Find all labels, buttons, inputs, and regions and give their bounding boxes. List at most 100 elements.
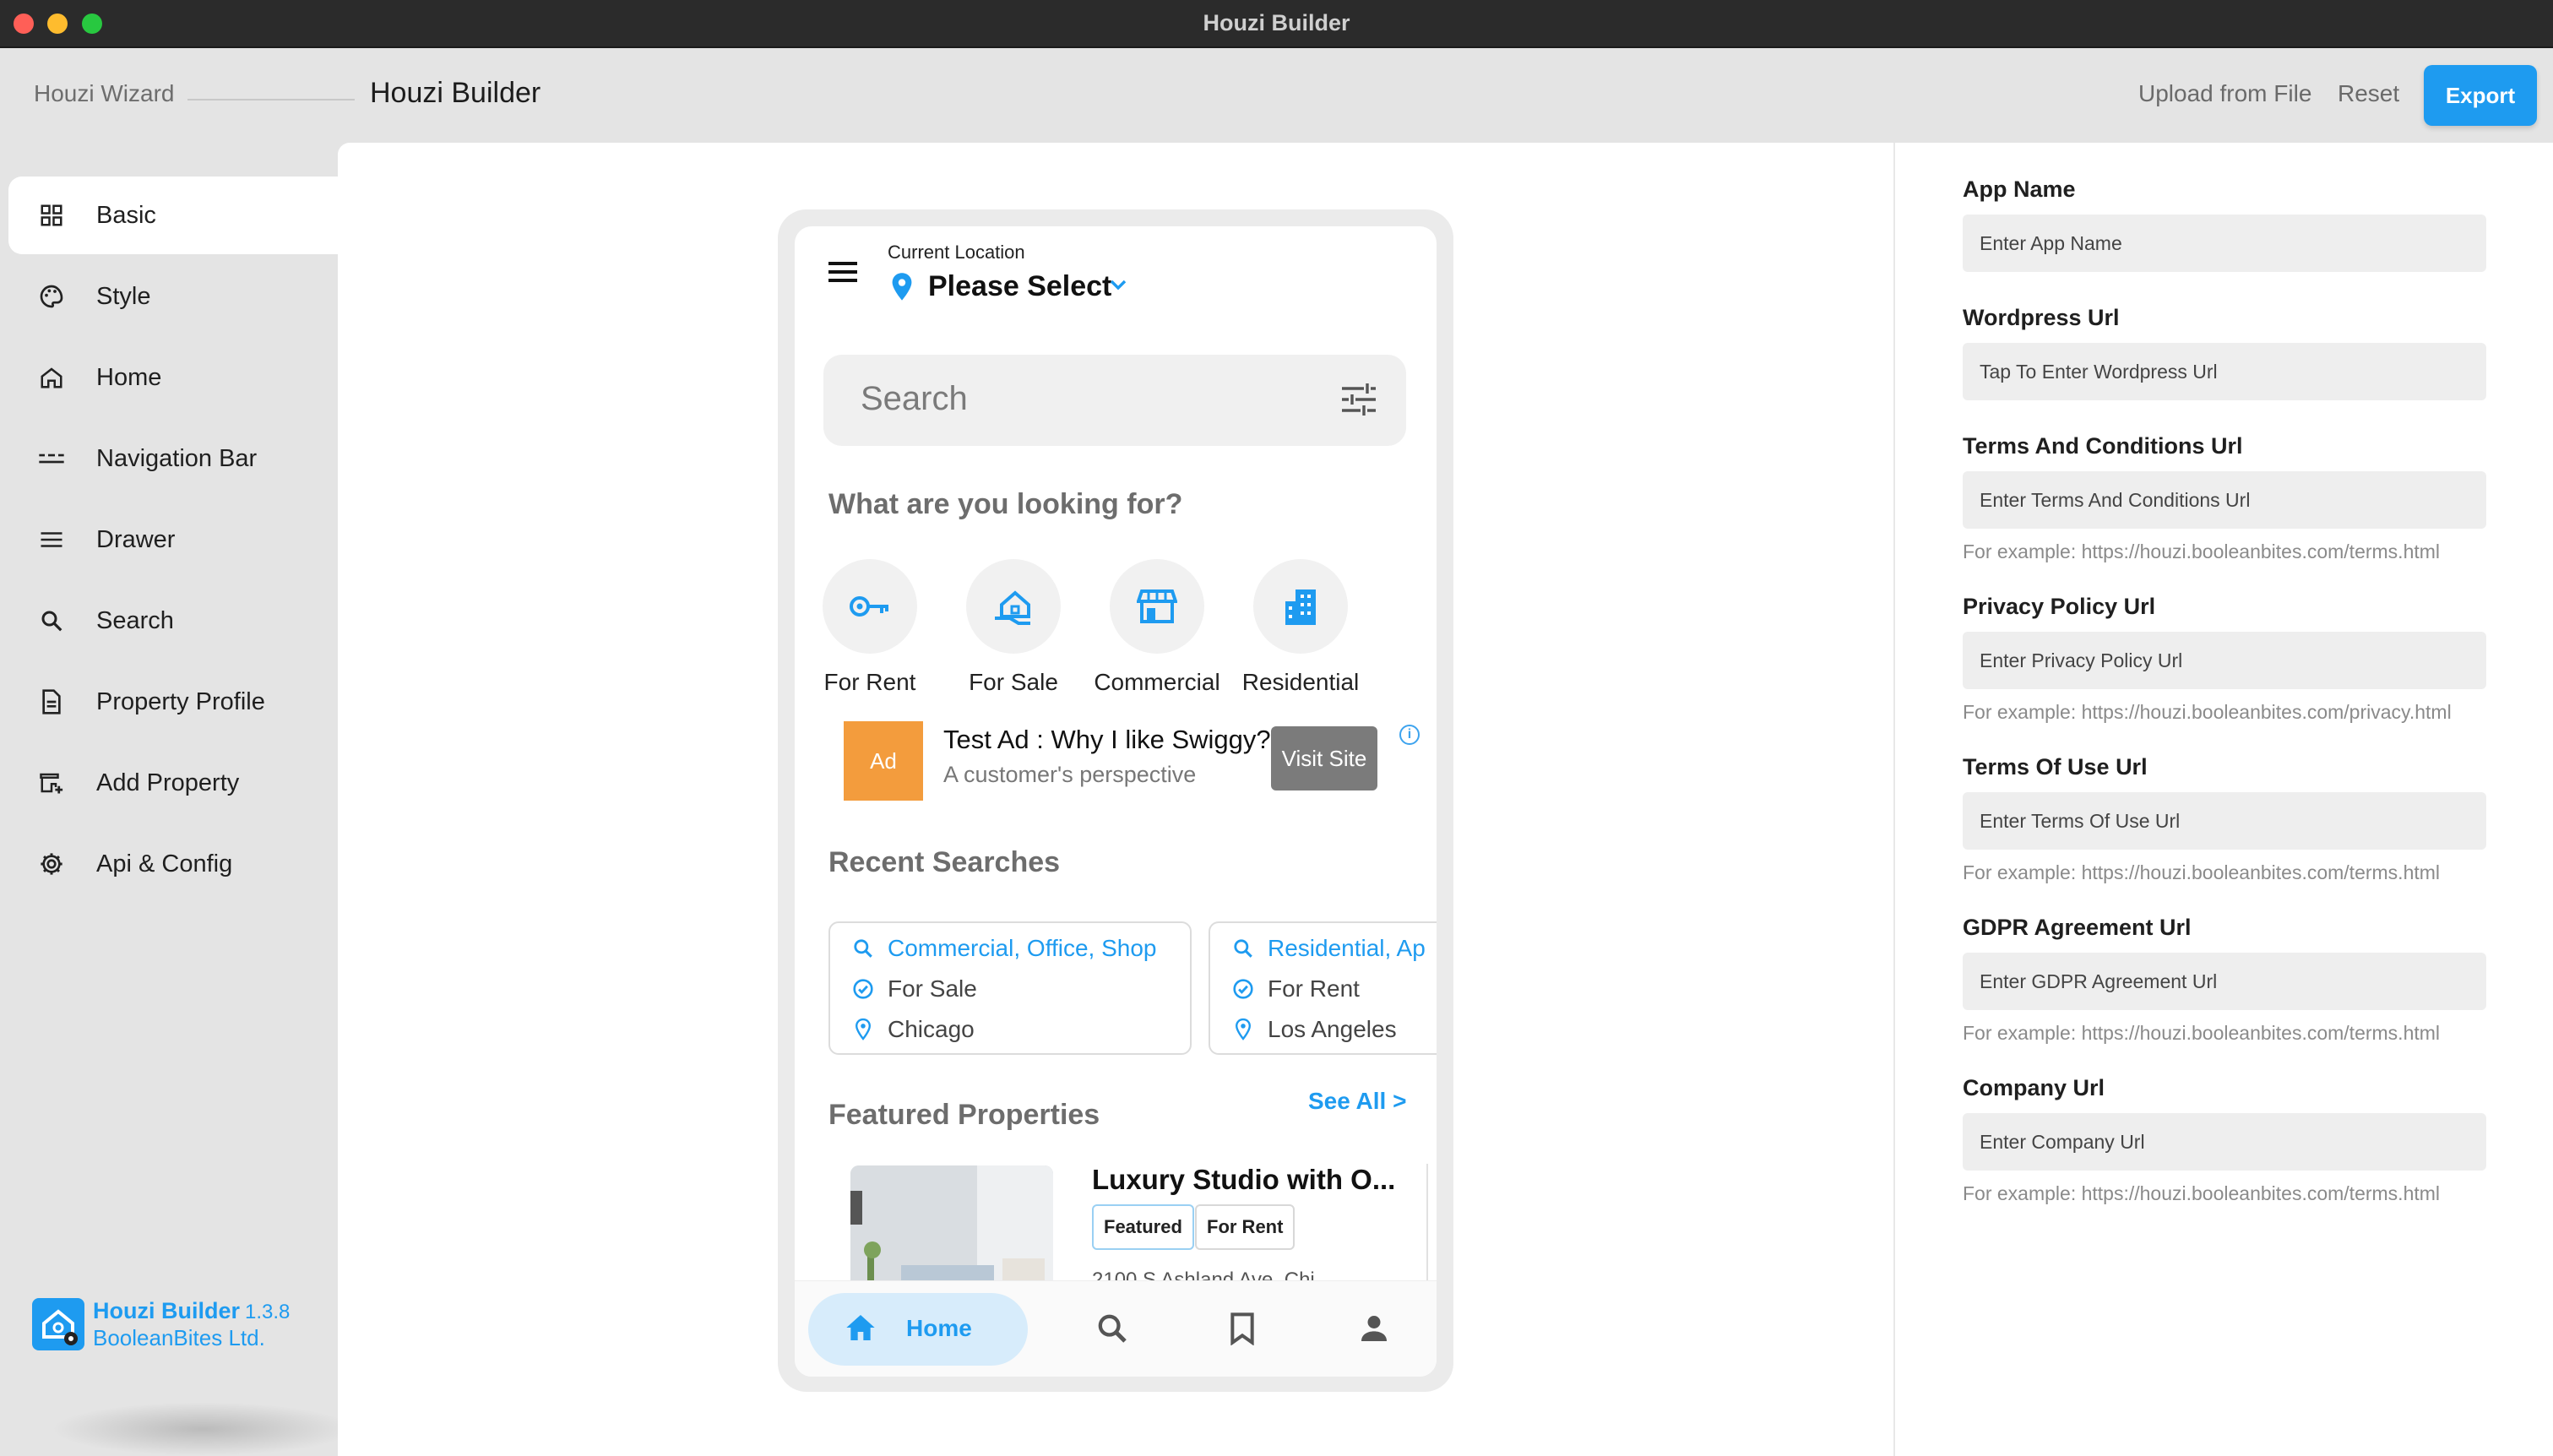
sidebar-item-label: Api & Config bbox=[96, 850, 233, 877]
wordpress-url-field-group: Wordpress Url bbox=[1963, 305, 2486, 400]
app-header: Houzi Wizard Houzi Builder Upload from F… bbox=[0, 48, 2553, 143]
sidebar-item-drawer[interactable]: Drawer bbox=[8, 501, 338, 579]
category-residential[interactable]: Residential bbox=[1237, 559, 1364, 696]
visit-site-button[interactable]: Visit Site bbox=[1271, 726, 1377, 790]
ad-subtitle: A customer's perspective bbox=[943, 762, 1197, 787]
featured-property-card[interactable]: Luxury Studio with O... Featured For Ren… bbox=[834, 1155, 1395, 1292]
key-icon bbox=[823, 559, 917, 654]
privacy-policy-label: Privacy Policy Url bbox=[1963, 594, 2156, 619]
featured-property-card-next[interactable] bbox=[1426, 1164, 1437, 1299]
nav-home-tab[interactable]: Home bbox=[808, 1293, 1028, 1366]
sidebar-item-label: Property Profile bbox=[96, 687, 265, 715]
category-for-rent[interactable]: For Rent bbox=[807, 559, 933, 696]
terms-conditions-example: For example: https://houzi.booleanbites.… bbox=[1963, 541, 2441, 562]
reset-button[interactable]: Reset bbox=[2338, 80, 2399, 107]
featured-tag: Featured bbox=[1092, 1204, 1194, 1250]
drawer-icon bbox=[35, 524, 68, 556]
chevron-down-icon[interactable] bbox=[1109, 279, 1127, 295]
location-pin-icon bbox=[1230, 1017, 1256, 1042]
breadcrumb-divider bbox=[187, 99, 355, 101]
privacy-policy-input[interactable] bbox=[1963, 632, 2486, 689]
brand-company: BooleanBites Ltd. bbox=[93, 1325, 265, 1350]
terms-conditions-input[interactable] bbox=[1963, 471, 2486, 529]
terms-conditions-label: Terms And Conditions Url bbox=[1963, 433, 2243, 459]
check-circle-icon bbox=[1230, 976, 1256, 1002]
window-title: Houzi Builder bbox=[1203, 10, 1350, 35]
category-label: For Rent bbox=[823, 669, 916, 695]
sidebar-item-style[interactable]: Style bbox=[8, 258, 338, 335]
category-label: For Sale bbox=[969, 669, 1058, 695]
category-for-sale[interactable]: For Sale bbox=[950, 559, 1077, 696]
phone-bottom-nav: Home bbox=[795, 1280, 1437, 1377]
sidebar-item-label: Style bbox=[96, 282, 151, 310]
see-all-link[interactable]: See All > bbox=[1308, 1088, 1406, 1115]
decorative-shadow bbox=[51, 1402, 355, 1456]
document-icon bbox=[35, 686, 68, 718]
location-select[interactable]: Please Select bbox=[928, 270, 1111, 303]
sidebar-item-label: Drawer bbox=[96, 525, 176, 553]
window-titlebar: Houzi Builder bbox=[0, 0, 2553, 48]
search-placeholder: Search bbox=[861, 380, 968, 417]
search-icon bbox=[850, 936, 876, 961]
info-icon[interactable]: i bbox=[1399, 725, 1420, 745]
wordpress-url-label: Wordpress Url bbox=[1963, 305, 2120, 330]
gdpr-agreement-label: GDPR Agreement Url bbox=[1963, 915, 2192, 940]
recent-search-city: Chicago bbox=[850, 1016, 975, 1043]
recent-search-card[interactable]: Residential, Ap For Rent Los Angeles bbox=[1209, 921, 1437, 1055]
export-button[interactable]: Export bbox=[2424, 65, 2537, 126]
for-rent-tag: For Rent bbox=[1195, 1204, 1296, 1250]
bookmark-icon[interactable] bbox=[1227, 1312, 1257, 1350]
brand-version: 1.3.8 bbox=[245, 1301, 291, 1323]
terms-of-use-input[interactable] bbox=[1963, 792, 2486, 850]
profile-icon[interactable] bbox=[1357, 1312, 1391, 1350]
recent-search-status: For Rent bbox=[1230, 975, 1360, 1002]
home-icon bbox=[35, 361, 68, 394]
privacy-policy-field-group: Privacy Policy Url For example: https://… bbox=[1963, 594, 2486, 724]
breadcrumb-wizard[interactable]: Houzi Wizard bbox=[34, 80, 174, 107]
search-icon bbox=[35, 605, 68, 637]
sidebar-item-search[interactable]: Search bbox=[8, 582, 338, 660]
grid-icon bbox=[35, 199, 68, 231]
sidebar-item-basic[interactable]: Basic bbox=[8, 177, 338, 254]
wordpress-url-input[interactable] bbox=[1963, 343, 2486, 400]
palette-icon bbox=[35, 280, 68, 312]
sidebar-item-label: Add Property bbox=[96, 769, 240, 796]
hamburger-menu-icon[interactable] bbox=[827, 258, 859, 285]
brand-name: Houzi Builder 1.3.8 bbox=[93, 1298, 291, 1323]
sidebar-item-property-profile[interactable]: Property Profile bbox=[8, 663, 338, 741]
terms-of-use-label: Terms Of Use Url bbox=[1963, 754, 2148, 780]
app-name-input[interactable] bbox=[1963, 215, 2486, 272]
recent-search-card[interactable]: Commercial, Office, Shop For Sale Chicag… bbox=[828, 921, 1192, 1055]
sidebar: Basic Style Home Navigation Bar Drawer S… bbox=[0, 143, 338, 1456]
category-commercial[interactable]: Commercial bbox=[1094, 559, 1220, 696]
ad-title: Test Ad : Why I like Swiggy? bbox=[943, 725, 1271, 754]
add-property-icon bbox=[35, 767, 68, 799]
navigation-bar-icon bbox=[35, 443, 68, 475]
sidebar-item-home[interactable]: Home bbox=[8, 339, 338, 416]
category-label: Residential bbox=[1241, 669, 1360, 695]
ad-badge: Ad bbox=[844, 721, 923, 801]
ad-banner[interactable]: Ad Test Ad : Why I like Swiggy? A custom… bbox=[844, 718, 1423, 802]
brand-footer: Houzi Builder 1.3.8 BooleanBites Ltd. bbox=[32, 1298, 319, 1352]
gdpr-agreement-input[interactable] bbox=[1963, 953, 2486, 1010]
filter-icon[interactable] bbox=[1340, 382, 1377, 421]
phone-search-bar[interactable]: Search bbox=[823, 355, 1406, 446]
gdpr-agreement-field-group: GDPR Agreement Url For example: https://… bbox=[1963, 915, 2486, 1045]
sidebar-item-navigation-bar[interactable]: Navigation Bar bbox=[8, 420, 338, 497]
store-icon bbox=[1110, 559, 1204, 654]
houzi-logo bbox=[32, 1298, 84, 1350]
for-sale-house-icon bbox=[966, 559, 1061, 654]
company-url-example: For example: https://houzi.booleanbites.… bbox=[1963, 1182, 2441, 1204]
recent-search-type: Commercial, Office, Shop bbox=[850, 935, 1157, 962]
recent-search-city: Los Angeles bbox=[1230, 1016, 1397, 1043]
company-url-input[interactable] bbox=[1963, 1113, 2486, 1171]
sidebar-item-api-config[interactable]: Api & Config bbox=[8, 825, 338, 903]
gear-icon bbox=[35, 848, 68, 880]
home-icon bbox=[844, 1312, 877, 1348]
search-icon[interactable] bbox=[1095, 1312, 1129, 1350]
recent-search-status: For Sale bbox=[850, 975, 977, 1002]
phone-screen: Current Location Please Select Search Wh… bbox=[795, 226, 1437, 1377]
upload-from-file-button[interactable]: Upload from File bbox=[2138, 80, 2311, 107]
property-image bbox=[850, 1165, 1053, 1292]
sidebar-item-add-property[interactable]: Add Property bbox=[8, 744, 338, 822]
